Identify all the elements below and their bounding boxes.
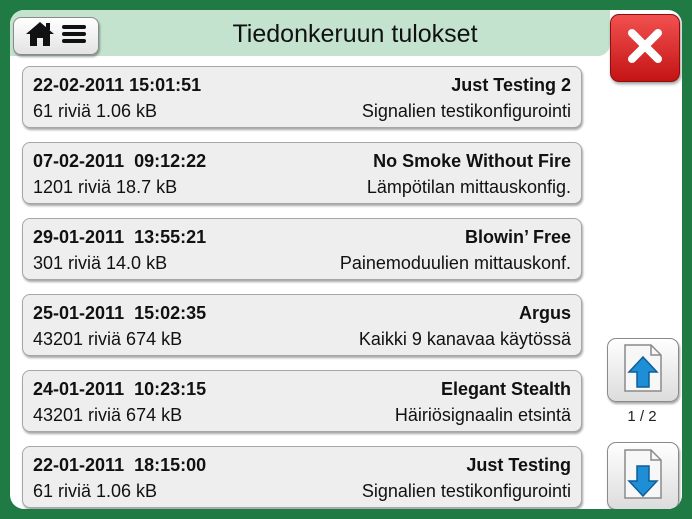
result-name: Just Testing — [466, 455, 571, 475]
page-down-arrow-icon — [621, 448, 665, 505]
result-item[interactable]: 25-01-2011 15:02:35 Argus 43201 riviä 67… — [22, 294, 582, 356]
result-description: Signalien testikonfigurointi — [361, 101, 571, 121]
result-description: Lämpötilan mittauskonfig. — [366, 177, 571, 197]
result-rows-size: 43201 riviä 674 kB — [33, 405, 183, 425]
result-name: No Smoke Without Fire — [373, 151, 571, 171]
result-description: Painemoduulien mittauskonf. — [339, 253, 571, 273]
hamburger-menu-icon — [61, 23, 87, 50]
result-rows-size: 61 riviä 1.06 kB — [33, 481, 158, 501]
result-rows-size: 61 riviä 1.06 kB — [33, 101, 158, 121]
result-item[interactable]: 24-01-2011 10:23:15 Elegant Stealth 4320… — [22, 370, 582, 432]
close-icon — [625, 26, 665, 71]
home-menu-button[interactable] — [13, 17, 99, 55]
result-rows-size: 43201 riviä 674 kB — [33, 329, 183, 349]
result-datetime: 25-01-2011 15:02:35 — [33, 303, 207, 323]
result-datetime: 29-01-2011 13:55:21 — [33, 227, 207, 247]
result-rows-size: 1201 riviä 18.7 kB — [33, 177, 178, 197]
result-datetime: 24-01-2011 10:23:15 — [33, 379, 207, 399]
result-datetime: 22-02-2011 15:01:51 — [33, 75, 202, 95]
page-up-arrow-icon — [621, 343, 665, 398]
result-item[interactable]: 07-02-2011 09:12:22 No Smoke Without Fir… — [22, 142, 582, 204]
result-name: Elegant Stealth — [440, 379, 571, 399]
results-list: 22-02-2011 15:01:51 Just Testing 2 61 ri… — [22, 66, 582, 509]
result-description: Kaikki 9 kanavaa käytössä — [358, 329, 571, 349]
result-name: Argus — [518, 303, 571, 323]
result-name: Blowin’ Free — [464, 227, 571, 247]
page-down-button[interactable] — [607, 442, 679, 509]
app-frame: Tiedonkeruun tulokset 22-02-2011 15:01:5… — [10, 10, 682, 509]
result-item[interactable]: 29-01-2011 13:55:21 Blowin’ Free 301 riv… — [22, 218, 582, 280]
home-icon — [25, 21, 55, 52]
result-description: Signalien testikonfigurointi — [361, 481, 571, 501]
result-datetime: 07-02-2011 09:12:22 — [33, 151, 207, 171]
result-item[interactable]: 22-01-2011 18:15:00 Just Testing 61 rivi… — [22, 446, 582, 508]
page-title: Tiedonkeruun tulokset — [232, 20, 478, 48]
close-button[interactable] — [610, 14, 680, 82]
result-datetime: 22-01-2011 18:15:00 — [33, 455, 207, 475]
result-rows-size: 301 riviä 14.0 kB — [33, 253, 168, 273]
result-item[interactable]: 22-02-2011 15:01:51 Just Testing 2 61 ri… — [22, 66, 582, 128]
result-description: Häiriösignaalin etsintä — [394, 405, 571, 425]
result-name: Just Testing 2 — [451, 75, 571, 95]
page-indicator: 1 / 2 — [627, 408, 657, 425]
page-up-button[interactable] — [607, 338, 679, 402]
title-bar: Tiedonkeruun tulokset — [10, 10, 610, 56]
